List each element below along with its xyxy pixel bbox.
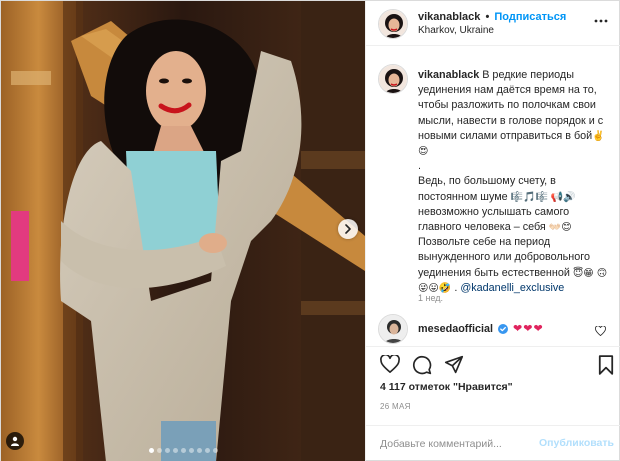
- verified-badge-icon: [498, 324, 509, 334]
- commenter-avatar[interactable]: [378, 314, 408, 344]
- action-bar: [366, 346, 620, 386]
- comment-row: mesedaofficial ❤❤❤: [366, 314, 620, 344]
- carousel-dot: [212, 448, 218, 453]
- avatar-image: [379, 315, 407, 343]
- hands-emoji: 👐🏻😊: [548, 222, 572, 234]
- carousel-dot: [148, 448, 154, 453]
- chevron-right-icon: [345, 224, 351, 234]
- music-emoji: 🎼🎵🎼 📢🔊: [510, 191, 576, 203]
- post-caption: vikanablack В редкие периоды уединения н…: [366, 46, 620, 311]
- carousel-dot: [180, 448, 186, 453]
- victory-emoji: ✌️: [592, 130, 605, 142]
- author-username[interactable]: vikanablack: [418, 11, 480, 23]
- caption-avatar[interactable]: [378, 64, 408, 94]
- bookmark-icon[interactable]: [598, 355, 614, 375]
- author-avatar[interactable]: [378, 9, 408, 39]
- post-location[interactable]: Kharkov, Ukraine: [418, 25, 494, 36]
- carousel-indicator: [1, 448, 365, 453]
- heart-eyes-emoji: 😍: [418, 146, 429, 158]
- carousel-dot: [172, 448, 178, 453]
- heart-icon[interactable]: [380, 355, 400, 373]
- post-sidebar: vikanablack • Подписаться Kharkov, Ukrai…: [365, 1, 620, 461]
- photo-illustration: [1, 1, 365, 461]
- post-photo[interactable]: [1, 1, 365, 461]
- smile-emoji: 😇😁: [572, 267, 594, 279]
- header-separator: •: [485, 11, 490, 23]
- carousel-dot: [196, 448, 202, 453]
- caption-para-3: Позвольте себе на период вынужденного ил…: [418, 236, 590, 279]
- next-slide-button[interactable]: [338, 219, 358, 239]
- post-header: vikanablack • Подписаться Kharkov, Ukrai…: [366, 1, 620, 46]
- like-count[interactable]: 4 117 отметок "Нравится": [380, 381, 513, 393]
- avatar-image: [379, 10, 407, 38]
- commenter-username[interactable]: mesedaofficial: [418, 323, 493, 335]
- carousel-dot: [164, 448, 170, 453]
- caption-username[interactable]: vikanablack: [418, 69, 479, 81]
- follow-button[interactable]: Подписаться: [494, 11, 566, 23]
- carousel-dot: [204, 448, 210, 453]
- caption-para-2b: невозможно услышать самого главного чело…: [418, 205, 570, 234]
- person-icon: [11, 436, 19, 446]
- ellipsis-icon[interactable]: [594, 14, 608, 28]
- comment-hearts: ❤❤❤: [513, 323, 544, 335]
- caption-dot: .: [418, 160, 421, 173]
- caption-time[interactable]: 1 нед.: [418, 293, 443, 303]
- instagram-post: vikanablack • Подписаться Kharkov, Ukrai…: [0, 0, 620, 461]
- publish-button[interactable]: Опубликовать: [539, 437, 614, 449]
- carousel-dot: [188, 448, 194, 453]
- share-icon[interactable]: [444, 355, 464, 374]
- comment-heart-icon[interactable]: [595, 326, 606, 336]
- mention-link[interactable]: @kadanelli_exclusive: [460, 282, 564, 294]
- add-comment-bar: Опубликовать: [366, 425, 620, 461]
- post-date: 26 МАЯ: [380, 402, 411, 411]
- caption-text: vikanablack В редкие периоды уединения н…: [418, 68, 613, 296]
- mention-separator: .: [454, 281, 458, 294]
- comment-icon[interactable]: [412, 355, 432, 375]
- avatar-image: [379, 65, 407, 93]
- carousel-dot: [156, 448, 162, 453]
- comment-input[interactable]: [380, 436, 540, 452]
